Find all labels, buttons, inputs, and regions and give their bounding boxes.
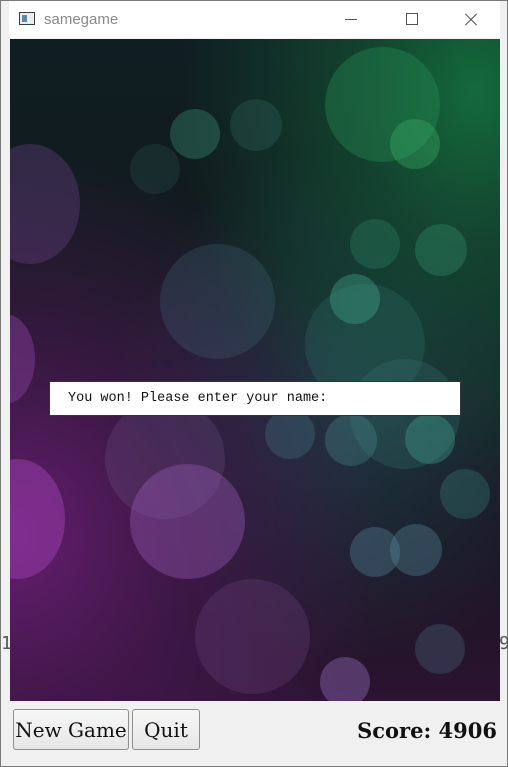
board-edge-right-digit: 9	[499, 633, 508, 654]
window-title: samegame	[44, 11, 119, 28]
quit-button[interactable]: Quit	[132, 709, 200, 750]
title-bar[interactable]: samegame	[9, 1, 500, 38]
maximize-button[interactable]	[388, 1, 434, 38]
score-label: Score: 4906	[357, 718, 497, 743]
minimize-icon	[345, 19, 357, 20]
win-prompt: You won! Please enter your name:	[68, 391, 328, 406]
minimize-button[interactable]	[328, 1, 374, 38]
game-board[interactable]: You won! Please enter your name:	[10, 39, 500, 701]
app-window-icon	[19, 12, 35, 25]
board-edge-left-digit: 1	[1, 633, 12, 654]
bottom-toolbar: New Game Quit Score: 4906	[10, 701, 500, 760]
maximize-icon	[406, 13, 418, 25]
name-entry-dialog[interactable]: You won! Please enter your name:	[49, 381, 461, 416]
close-button[interactable]	[447, 1, 493, 38]
new-game-button[interactable]: New Game	[13, 709, 129, 750]
app-window: samegame You won! Please enter your name…	[0, 0, 508, 767]
